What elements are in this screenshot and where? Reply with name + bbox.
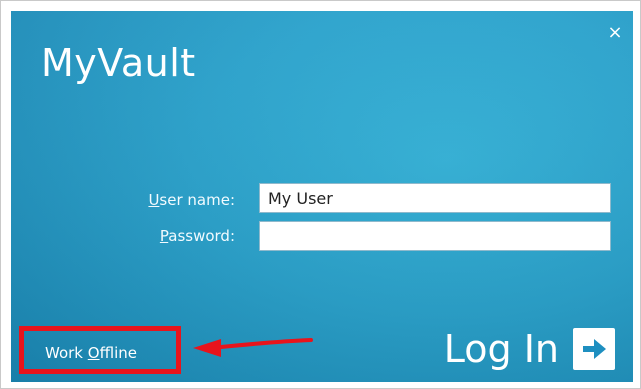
username-label: User name: [95,191,235,209]
password-label-accesskey: P [159,227,169,245]
username-label-text: ser name: [159,191,235,209]
password-input[interactable] [259,221,611,251]
app-title: MyVault [41,41,196,85]
arrow-right-icon [573,328,615,370]
screenshot-frame: × MyVault User name: Password: Work Offl… [0,0,641,389]
password-label: Password: [95,227,235,245]
username-label-accesskey: U [148,191,160,209]
work-offline-accesskey: O [87,344,100,362]
username-input[interactable] [259,183,611,213]
login-button[interactable]: Log In [444,327,615,371]
close-button[interactable]: × [605,23,625,43]
login-dialog: × MyVault User name: Password: Work Offl… [11,11,633,382]
work-offline-text-rest: ffline [99,344,137,362]
close-icon: × [607,22,623,43]
password-label-text: assword: [168,227,235,245]
login-label: Log In [443,327,559,371]
work-offline-text-start: Work [45,344,88,362]
red-arrow-icon [193,338,313,357]
work-offline-link[interactable]: Work Offline [45,344,137,362]
